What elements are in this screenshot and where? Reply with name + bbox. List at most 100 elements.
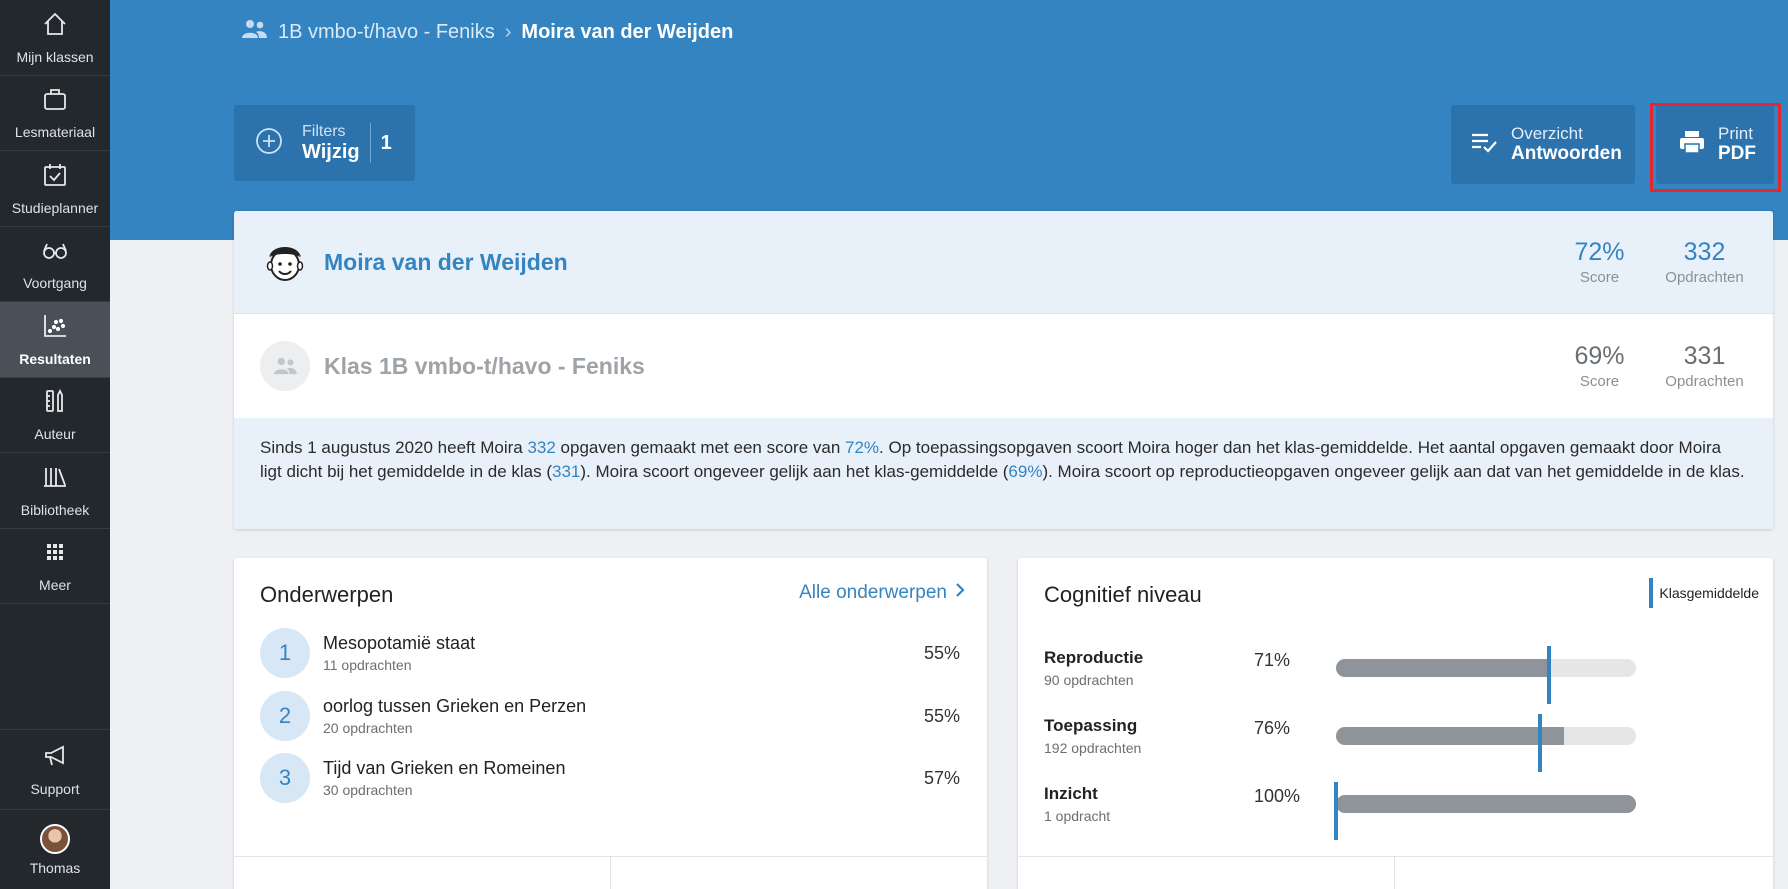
student-name: Moira van der Weijden bbox=[324, 248, 568, 275]
calendar-check-icon bbox=[41, 161, 69, 194]
student-assignments-label: Opdrachten bbox=[1665, 269, 1744, 286]
cognitive-name: Reproductie bbox=[1044, 648, 1144, 667]
home-icon bbox=[41, 10, 69, 43]
topic-count: 30 opdrachten bbox=[323, 782, 413, 798]
megaphone-icon bbox=[41, 742, 69, 775]
legend-label: Klasgemiddelde bbox=[1659, 585, 1759, 601]
avatar bbox=[40, 823, 70, 854]
highlight-outline bbox=[1650, 103, 1781, 192]
group-icon bbox=[260, 341, 310, 391]
breadcrumb-current: Moira van der Weijden bbox=[521, 20, 734, 43]
filters-label: Filters bbox=[302, 122, 346, 140]
briefcase-icon bbox=[41, 85, 69, 118]
user-name: Thomas bbox=[29, 859, 81, 876]
sidebar-item-label: Support bbox=[30, 781, 80, 797]
sidebar-item-bibliotheek[interactable]: Bibliotheek bbox=[0, 453, 110, 529]
summary-card: Moira van der Weijden 72% Score 332 Opdrac… bbox=[234, 211, 1773, 529]
summary-text: Sinds 1 augustus 2020 heeft Moira 332 op… bbox=[234, 418, 1773, 529]
sidebar-item-label: Resultaten bbox=[19, 350, 91, 367]
sidebar-item-label: Mijn klassen bbox=[16, 48, 94, 65]
pencil-ruler-icon bbox=[41, 387, 69, 420]
sidebar-item-auteur[interactable]: Auteur bbox=[0, 378, 110, 453]
all-topics-label: Alle onderwerpen bbox=[799, 582, 947, 603]
student-row: Moira van der Weijden 72% Score 332 Opdrac… bbox=[234, 211, 1773, 314]
overview-line1: Overzicht bbox=[1511, 123, 1583, 143]
sidebar-item-voortgang[interactable]: Voortgang bbox=[0, 227, 110, 302]
student-avatar-icon bbox=[260, 237, 310, 287]
topic-item[interactable]: 3 Tijd van Grieken en Romeinen 30 opdrach… bbox=[260, 753, 960, 803]
topics-card: Onderwerpen Alle onderwerpen 1 Mesopotam… bbox=[234, 558, 987, 889]
cognitive-count: 192 opdrachten bbox=[1044, 740, 1142, 756]
topic-number: 2 bbox=[260, 691, 310, 741]
summary-part: ). Moira scoort ongeveer gelijk aan het … bbox=[580, 462, 1009, 481]
summary-highlight: 72% bbox=[845, 438, 880, 457]
sidebar: Mijn klassen Lesmateriaal Studieplanner … bbox=[0, 0, 110, 889]
sidebar-item-user[interactable]: Thomas bbox=[0, 809, 110, 889]
topic-count: 20 opdrachten bbox=[323, 720, 413, 736]
cognitive-title: Cognitief niveau bbox=[1044, 582, 1202, 607]
all-topics-link[interactable]: Alle onderwerpen bbox=[799, 582, 965, 604]
group-icon bbox=[240, 18, 268, 46]
books-icon bbox=[41, 463, 69, 496]
plus-circle-icon bbox=[254, 126, 284, 161]
score-bar bbox=[1336, 659, 1636, 677]
student-assignments: 332 bbox=[1683, 238, 1726, 266]
topic-name: Mesopotamië staat bbox=[323, 633, 476, 653]
topic-name: oorlog tussen Grieken en Perzen bbox=[323, 696, 587, 716]
class-score-label: Score bbox=[1579, 373, 1620, 390]
sidebar-item-studieplanner[interactable]: Studieplanner bbox=[0, 151, 110, 227]
breadcrumb-class-link[interactable]: 1B vmbo-t/havo - Feniks bbox=[278, 21, 495, 44]
sidebar-item-resultaten[interactable]: Resultaten bbox=[0, 302, 110, 378]
summary-part: Sinds 1 augustus 2020 heeft Moira bbox=[260, 438, 528, 457]
sidebar-item-mijn-klassen[interactable]: Mijn klassen bbox=[0, 0, 110, 76]
overview-line2: Antwoorden bbox=[1511, 143, 1622, 165]
score-bar-fill bbox=[1336, 795, 1636, 813]
sidebar-item-label: Lesmateriaal bbox=[14, 124, 96, 141]
topics-title: Onderwerpen bbox=[260, 582, 394, 607]
score-bar bbox=[1336, 727, 1636, 745]
topic-number: 1 bbox=[260, 628, 310, 678]
cognitive-count: 1 opdracht bbox=[1044, 808, 1111, 824]
summary-highlight: 332 bbox=[527, 438, 556, 457]
cognitive-score: 76% bbox=[1254, 718, 1291, 738]
sidebar-item-support[interactable]: Support bbox=[0, 729, 110, 809]
cognitive-score: 71% bbox=[1254, 650, 1291, 670]
summary-highlight: 69% bbox=[1008, 462, 1043, 481]
student-score: 72% bbox=[1574, 238, 1625, 266]
summary-part: ). Moira scoort op reproductieopgaven on… bbox=[1042, 462, 1745, 481]
cognitive-level-card: Cognitief niveau Klasgemiddelde Reproduc… bbox=[1018, 558, 1773, 889]
filters-divider bbox=[369, 123, 371, 163]
cognitive-row: Inzicht 1 opdracht 100% bbox=[1044, 782, 1744, 840]
cognitive-footer bbox=[1018, 856, 1773, 889]
topic-number: 3 bbox=[260, 753, 310, 803]
breadcrumb: 1B vmbo-t/havo - Feniks › Moira van der … bbox=[240, 18, 733, 46]
topic-count: 11 opdrachten bbox=[323, 657, 412, 673]
topics-footer bbox=[234, 856, 987, 889]
sidebar-item-lesmateriaal[interactable]: Lesmateriaal bbox=[0, 76, 110, 151]
class-average-marker bbox=[1538, 714, 1542, 772]
class-row: Klas 1B vmbo-t/havo - Feniks 69% Score 33… bbox=[234, 314, 1773, 418]
student-score-label: Score bbox=[1579, 269, 1620, 286]
sidebar-item-meer[interactable]: Meer bbox=[0, 529, 110, 604]
topic-item[interactable]: 1 Mesopotamië staat 11 opdrachten 55% bbox=[260, 628, 960, 678]
topic-name: Tijd van Grieken en Romeinen bbox=[323, 758, 566, 778]
cognitive-count: 90 opdrachten bbox=[1044, 672, 1134, 688]
summary-part: opgaven gemaakt met een score van bbox=[555, 438, 846, 457]
overview-answers-button[interactable]: Overzicht Antwoorden bbox=[1451, 105, 1635, 184]
cognitive-row: Reproductie 90 opdrachten 71% bbox=[1044, 646, 1744, 704]
filters-button[interactable]: Filters Wijzig 1 bbox=[234, 105, 415, 181]
class-average-marker bbox=[1334, 782, 1338, 840]
sidebar-item-label: Bibliotheek bbox=[20, 501, 90, 518]
class-assignments: 331 bbox=[1683, 342, 1726, 370]
list-check-icon bbox=[1469, 127, 1499, 162]
filters-count: 1 bbox=[380, 131, 392, 154]
legend-marker bbox=[1649, 578, 1654, 608]
chevron-right-icon bbox=[955, 582, 965, 604]
scatter-chart-icon bbox=[41, 312, 69, 345]
class-assignments-label: Opdrachten bbox=[1665, 373, 1744, 390]
grid-icon bbox=[41, 538, 69, 571]
topic-item[interactable]: 2 oorlog tussen Grieken en Perzen 20 opdr… bbox=[260, 691, 960, 741]
class-name: Klas 1B vmbo-t/havo - Feniks bbox=[324, 352, 645, 379]
sidebar-item-label: Voortgang bbox=[23, 275, 87, 292]
score-bar bbox=[1336, 795, 1636, 813]
